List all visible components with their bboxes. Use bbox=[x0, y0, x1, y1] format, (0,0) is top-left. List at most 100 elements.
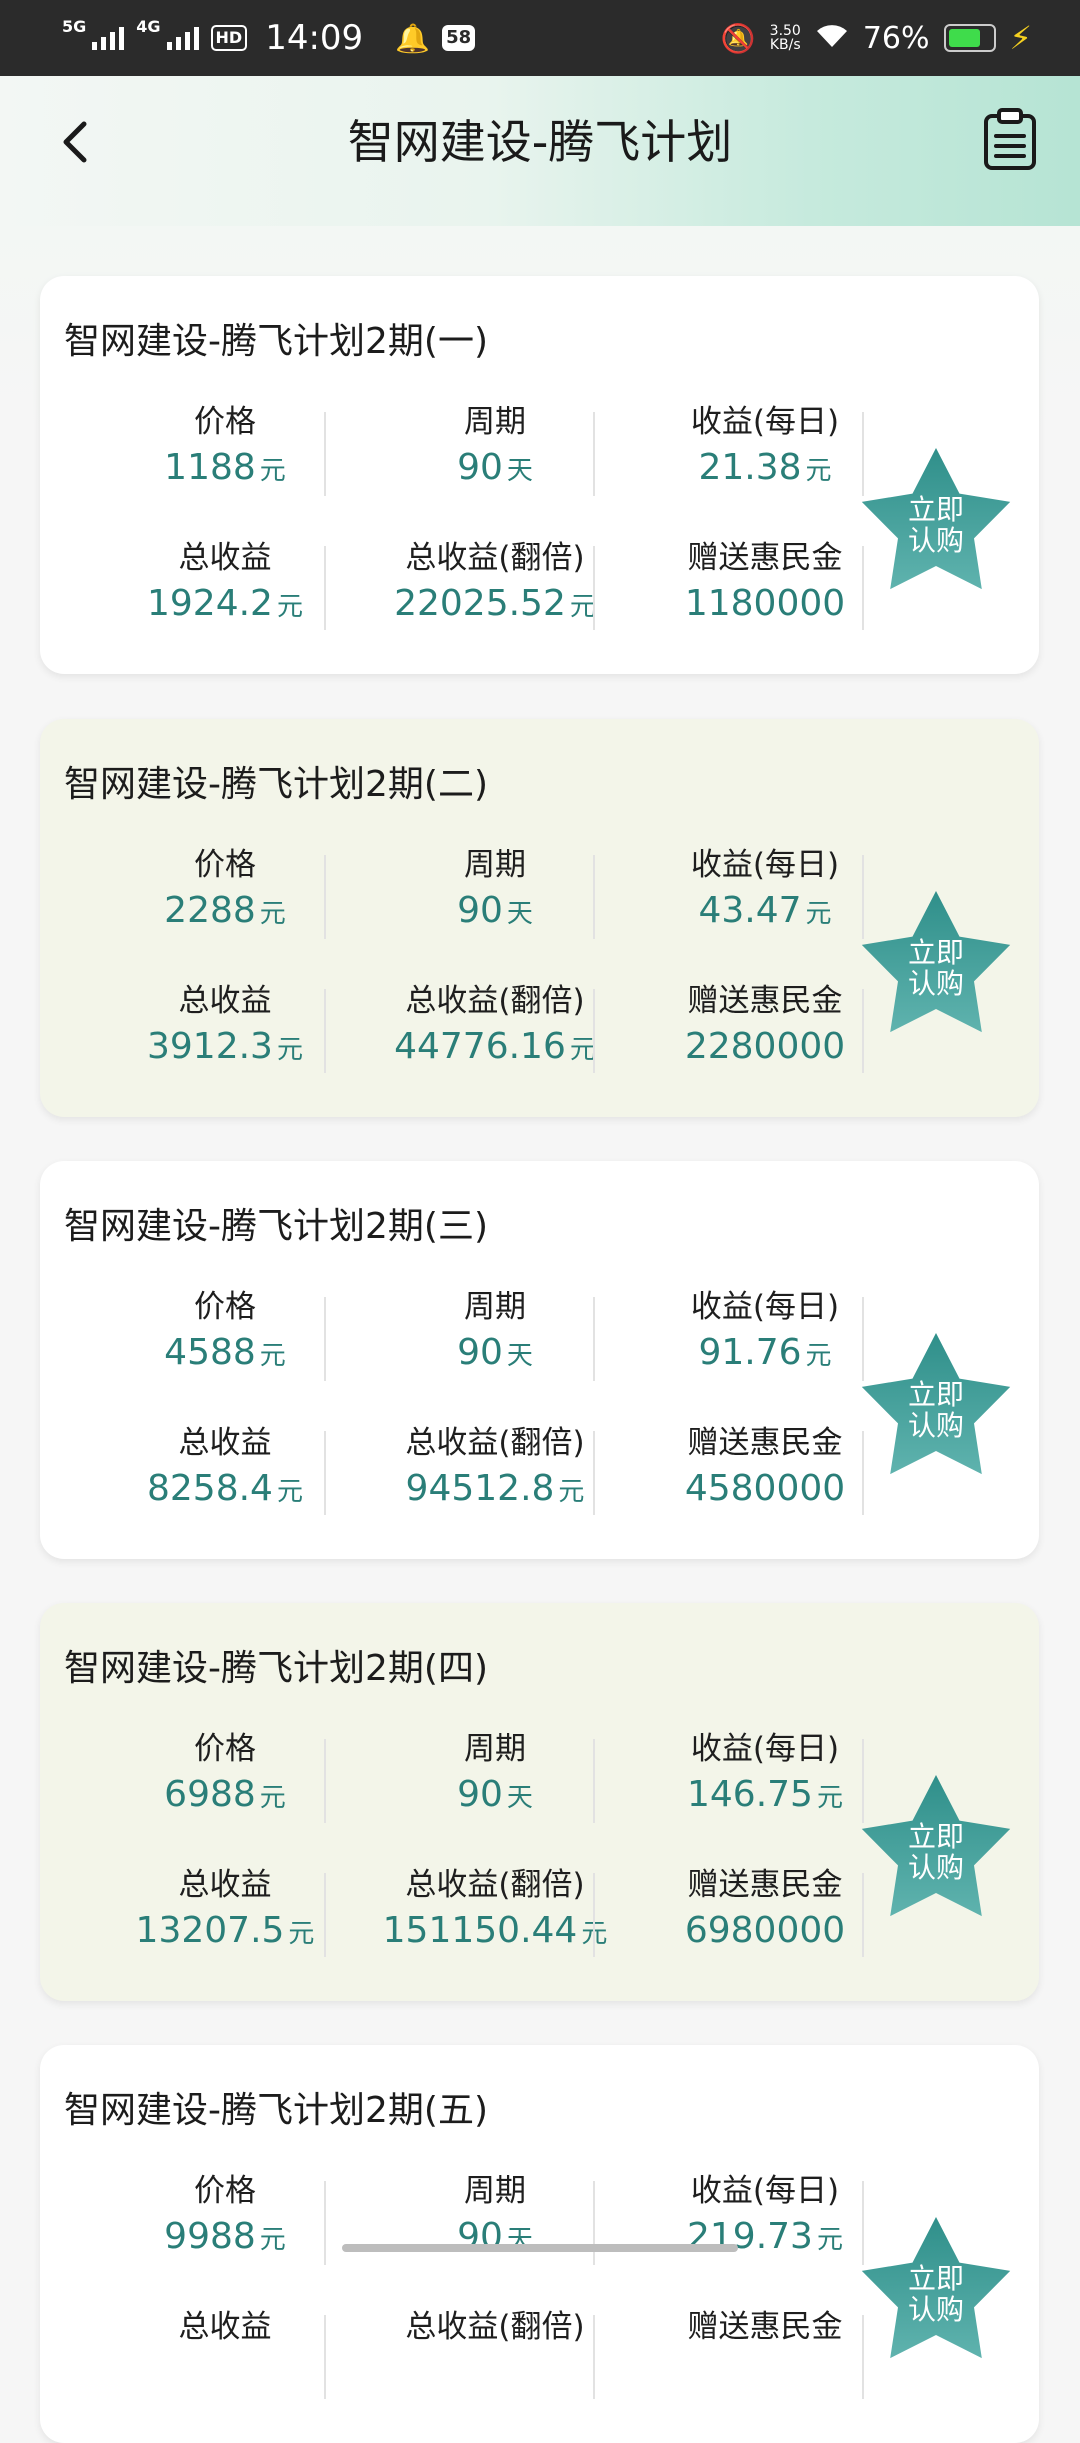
stat-label: 周期 bbox=[464, 2173, 526, 2209]
page-title: 智网建设-腾飞计划 bbox=[347, 115, 733, 169]
signal-4g-icon: 4G bbox=[136, 17, 199, 50]
column-divider bbox=[324, 1431, 326, 1515]
subscribe-label-line2: 认购 bbox=[907, 1409, 964, 1442]
stat-number: 90 bbox=[457, 1332, 503, 1373]
product-list: 智网建设-腾飞计划2期(一) 价格 1188 元周期 90 天收益(每日) 21.38 元总收… bbox=[0, 226, 1080, 2443]
stat-label: 价格 bbox=[194, 1731, 256, 1767]
stat-unit: 元 bbox=[259, 456, 286, 486]
stat-unit: 元 bbox=[816, 2225, 843, 2255]
stat-label: 价格 bbox=[194, 2173, 256, 2209]
stat-value: 13207.5 元 bbox=[90, 1910, 360, 1951]
stat-number: 3912.3 bbox=[147, 1026, 273, 1067]
column-divider bbox=[324, 546, 326, 630]
signal-label-4g: 4G bbox=[136, 16, 161, 36]
mute-icon: 🔕 bbox=[720, 21, 756, 55]
stat-label: 收益(每日) bbox=[690, 404, 840, 440]
stat-label: 收益(每日) bbox=[690, 2173, 840, 2209]
stat-label: 总收益 bbox=[178, 983, 272, 1019]
stat-number: 151150.44 bbox=[382, 1910, 578, 1951]
product-card[interactable]: 智网建设-腾飞计划2期(四) 价格 6988 元周期 90 天收益(每日) 146.75 元总… bbox=[40, 1603, 1039, 2001]
column-divider bbox=[324, 855, 326, 939]
stat-number: 91.76 bbox=[698, 1332, 802, 1373]
stat-label: 总收益 bbox=[178, 540, 272, 576]
column-divider bbox=[324, 989, 326, 1073]
stat-label: 总收益 bbox=[178, 1425, 272, 1461]
stat-value: 9988 元 bbox=[90, 2216, 360, 2257]
product-card[interactable]: 智网建设-腾飞计划2期(三) 价格 4588 元周期 90 天收益(每日) 91.76 元总收… bbox=[40, 1161, 1039, 1559]
product-title: 智网建设-腾飞计划2期(一) bbox=[64, 321, 488, 362]
status-right: 🔕 3.50 KB/s 76% ⚡ bbox=[721, 14, 1032, 62]
stat-unit: 元 bbox=[805, 899, 832, 929]
stat-number: 43.47 bbox=[698, 890, 802, 931]
stat-value: 94512.8 元 bbox=[360, 1468, 630, 1509]
battery-percent: 76% bbox=[862, 20, 930, 56]
stat-number: 22025.52 bbox=[394, 583, 566, 624]
stat-number: 90 bbox=[457, 890, 503, 931]
stat-unit: 元 bbox=[288, 1919, 315, 1949]
stat-label: 价格 bbox=[194, 847, 256, 883]
column-divider bbox=[593, 1431, 595, 1515]
column-divider bbox=[593, 412, 595, 496]
column-divider bbox=[324, 2315, 326, 2399]
status-left: 5G 4G HD 14:09 🔔 58 bbox=[62, 16, 476, 60]
stat-unit: 元 bbox=[805, 456, 832, 486]
stat-label: 总收益(翻倍) bbox=[405, 1425, 585, 1461]
subscribe-label-line2: 认购 bbox=[907, 2293, 964, 2326]
stat-label: 总收益 bbox=[178, 1867, 272, 1903]
hd-voice-icon: HD bbox=[210, 25, 248, 51]
stat-value: 90 天 bbox=[360, 447, 630, 488]
stat-number: 6988 bbox=[164, 1774, 256, 1815]
column-divider bbox=[324, 1297, 326, 1381]
product-card[interactable]: 智网建设-腾飞计划2期(一) 价格 1188 元周期 90 天收益(每日) 21.38 元总收… bbox=[40, 276, 1039, 674]
column-divider bbox=[593, 546, 595, 630]
wifi-icon bbox=[815, 21, 849, 56]
network-speed: 3.50 KB/s bbox=[770, 24, 801, 52]
subscribe-button-label[interactable]: 立即 认购 bbox=[858, 494, 1014, 556]
subscribe-button-label[interactable]: 立即 认购 bbox=[858, 2263, 1014, 2325]
stat-unit: 元 bbox=[259, 1341, 286, 1371]
stat-number: 146.75 bbox=[687, 1774, 813, 1815]
home-indicator[interactable] bbox=[342, 2244, 738, 2252]
product-title: 智网建设-腾飞计划2期(五) bbox=[64, 2090, 488, 2131]
notification-count-badge: 58 bbox=[442, 25, 476, 51]
stat-unit: 元 bbox=[259, 899, 286, 929]
stat-label: 收益(每日) bbox=[690, 1731, 840, 1767]
stat-label: 周期 bbox=[464, 847, 526, 883]
subscribe-button-label[interactable]: 立即 认购 bbox=[858, 1821, 1014, 1883]
column-divider bbox=[593, 855, 595, 939]
subscribe-label-line1: 立即 bbox=[907, 1378, 964, 1411]
column-divider bbox=[593, 1739, 595, 1823]
product-card[interactable]: 智网建设-腾飞计划2期(二) 价格 2288 元周期 90 天收益(每日) 43.47 元总收… bbox=[40, 719, 1039, 1117]
stat-number: 21.38 bbox=[698, 447, 802, 488]
subscribe-button-label[interactable]: 立即 认购 bbox=[858, 937, 1014, 999]
stat-cycle: 周期 90 天 bbox=[360, 839, 630, 931]
stat-value: 4588 元 bbox=[90, 1332, 360, 1373]
stat-cycle: 周期 90 天 bbox=[360, 1281, 630, 1373]
stat-number: 1180000 bbox=[684, 583, 846, 624]
stat-double: 总收益(翻倍) 22025.52 元 bbox=[360, 532, 630, 624]
stat-number: 4580000 bbox=[684, 1468, 846, 1509]
stat-number: 90 bbox=[457, 1774, 503, 1815]
subscribe-button-label[interactable]: 立即 认购 bbox=[858, 1379, 1014, 1441]
stat-value: 90 天 bbox=[360, 1332, 630, 1373]
battery-icon bbox=[943, 24, 996, 52]
column-divider bbox=[593, 2181, 595, 2265]
column-divider bbox=[593, 2315, 595, 2399]
stat-number: 2288 bbox=[164, 890, 256, 931]
column-divider bbox=[324, 1739, 326, 1823]
clipboard-list-icon[interactable] bbox=[980, 108, 1040, 172]
stat-value: 3912.3 元 bbox=[90, 1026, 360, 1067]
stat-value: 151150.44元 bbox=[360, 1910, 630, 1951]
stat-price: 价格 2288 元 bbox=[90, 839, 360, 931]
stat-price: 价格 9988 元 bbox=[90, 2165, 360, 2257]
battery-fill bbox=[948, 29, 981, 47]
subscribe-label-line2: 认购 bbox=[907, 967, 964, 1000]
stat-label: 价格 bbox=[194, 404, 256, 440]
product-title: 智网建设-腾飞计划2期(三) bbox=[64, 1206, 488, 1247]
column-divider bbox=[593, 1297, 595, 1381]
stat-label: 价格 bbox=[194, 1289, 256, 1325]
stat-double: 总收益(翻倍) 44776.16 元 bbox=[360, 975, 630, 1067]
stat-unit: 元 bbox=[259, 1783, 286, 1813]
stat-label: 收益(每日) bbox=[690, 847, 840, 883]
stat-double: 总收益(翻倍) bbox=[360, 2301, 630, 2352]
